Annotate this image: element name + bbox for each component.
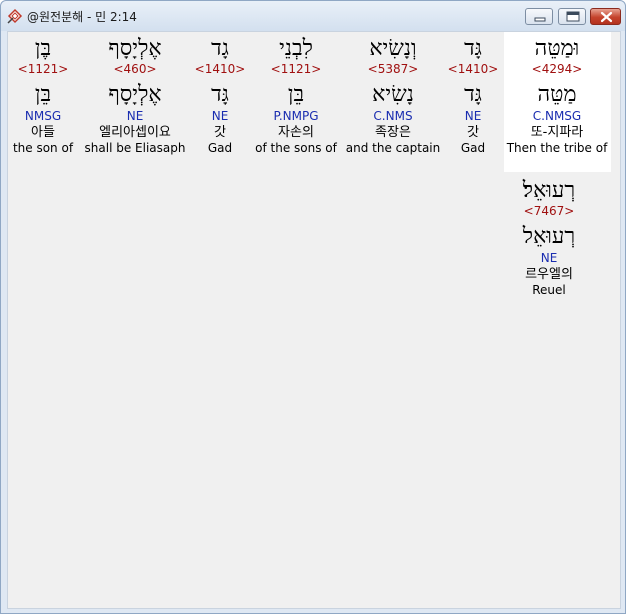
interlinear-panel: וּמַטֵּה <4294> מַטֵּה C.NMSG 또-지파라 Then…: [7, 31, 621, 609]
maximize-icon: [566, 11, 580, 22]
strong-number[interactable]: <5387>: [346, 62, 440, 76]
morphology-code: NE: [464, 109, 482, 123]
strong-number[interactable]: <1121>: [13, 62, 73, 76]
word-column[interactable]: וְנָשִׂיא <5387> נָשִׂיא C.NMS 족장은 and t…: [346, 36, 440, 156]
morphology-code: NE: [540, 251, 558, 265]
morphology-code: C.NMSG: [532, 109, 582, 123]
english-gloss: Then the tribe of: [506, 141, 608, 155]
strong-number[interactable]: <1410>: [195, 62, 246, 76]
hebrew-lemma: נָשִׂיא: [372, 82, 414, 107]
korean-gloss: 르우엘의: [525, 267, 573, 282]
hebrew-lemma: אֶלְיָסָף: [108, 82, 162, 107]
maximize-button[interactable]: [558, 8, 586, 25]
window-title: @원전분해 - 민 2:14: [27, 10, 137, 24]
strong-number[interactable]: <4294>: [507, 62, 608, 76]
strong-number[interactable]: <1121>: [255, 62, 337, 76]
strong-number[interactable]: <460>: [85, 62, 186, 76]
english-gloss: the son of: [12, 141, 74, 155]
hebrew-surface-word: לִבְנֵי: [279, 36, 313, 61]
strong-number[interactable]: <1410>: [448, 62, 499, 76]
english-gloss: shall be Eliasaph: [84, 141, 186, 155]
hebrew-surface-word: בֶּן: [34, 36, 52, 61]
korean-gloss: 갓: [467, 125, 479, 140]
korean-gloss: 족장은: [375, 125, 411, 140]
korean-gloss: 아들: [31, 125, 55, 140]
word-column[interactable]: רְעוּאֵל׃ <7467> רְעוּאֵל NE 르우엘의 Reuel: [523, 178, 575, 298]
minimize-icon: [534, 17, 546, 22]
korean-gloss: 자손의: [278, 125, 314, 140]
hebrew-lemma: גָּד: [464, 82, 482, 107]
korean-gloss: 갓: [214, 125, 226, 140]
hebrew-surface-word: רְעוּאֵל׃: [522, 178, 576, 203]
morphology-code: C.NMS: [373, 109, 413, 123]
minimize-button[interactable]: [525, 8, 553, 25]
english-gloss: Reuel: [532, 283, 566, 297]
app-window: @원전분해 - 민 2:14 וּמַטֵּה <4294> מַטֵּה C.…: [0, 0, 626, 614]
korean-gloss: 또-지파라: [530, 125, 584, 140]
morphology-code: NE: [211, 109, 229, 123]
hebrew-lemma: מַטֵּה: [537, 82, 577, 107]
word-column[interactable]: לִבְנֵי <1121> בֵּן P.NMPG 자손의 of the so…: [255, 36, 337, 156]
word-column[interactable]: בֶּן <1121> בֵּן NMSG 아들 the son of: [13, 36, 73, 156]
hebrew-surface-word: וּמַטֵּה: [534, 36, 580, 61]
word-column[interactable]: אֶלְיָסָף <460> אֶלְיָסָף NE 엘리아셉이요 shal…: [85, 36, 186, 156]
hebrew-surface-word: גָּד: [464, 36, 482, 61]
word-column[interactable]: גָּד <1410> גָּד NE 갓 Gad: [448, 36, 499, 156]
english-gloss: Gad: [460, 141, 486, 155]
close-button[interactable]: [590, 8, 621, 25]
word-column[interactable]: וּמַטֵּה <4294> מַטֵּה C.NMSG 또-지파라 Then…: [507, 36, 608, 156]
hebrew-surface-word: גָד: [211, 36, 229, 61]
english-gloss: and the captain: [345, 141, 441, 155]
hebrew-surface-word: אֶלְיָסָף: [108, 36, 162, 61]
english-gloss: of the sons of: [255, 141, 337, 155]
word-column[interactable]: גָד <1410> גָּד NE 갓 Gad: [195, 36, 246, 156]
hebrew-lemma: בֵּן: [34, 82, 52, 107]
hebrew-surface-word: וְנָשִׂיא: [369, 36, 417, 61]
app-logo-icon: [6, 7, 24, 25]
strong-number[interactable]: <7467>: [523, 204, 575, 218]
english-gloss: Gad: [207, 141, 233, 155]
hebrew-lemma: רְעוּאֵל: [522, 224, 576, 249]
hebrew-lemma: גָּד: [211, 82, 229, 107]
morphology-code: NE: [126, 109, 144, 123]
close-icon: [600, 11, 613, 23]
hebrew-lemma: בֵּן: [287, 82, 305, 107]
korean-gloss: 엘리아셉이요: [99, 125, 171, 140]
morphology-code: NMSG: [24, 109, 62, 123]
title-bar[interactable]: @원전분해 - 민 2:14: [1, 1, 625, 31]
morphology-code: P.NMPG: [273, 109, 319, 123]
